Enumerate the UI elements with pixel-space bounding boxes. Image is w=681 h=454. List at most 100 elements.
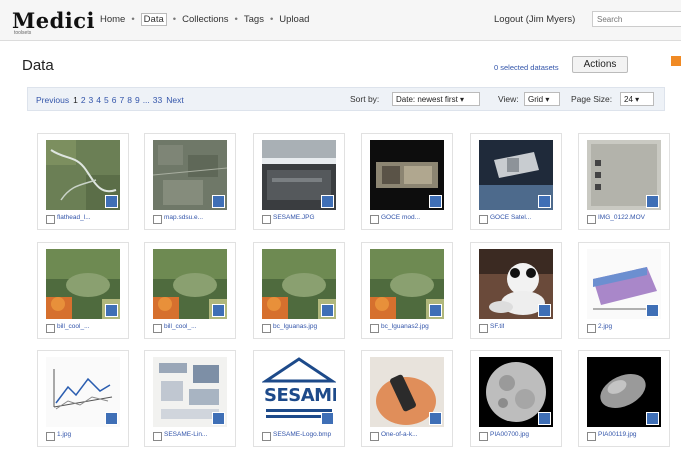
select-checkbox[interactable] <box>587 432 596 441</box>
select-checkbox[interactable] <box>262 324 271 333</box>
dataset-card[interactable]: SESAME.JPG <box>253 133 345 230</box>
chevron-down-icon: ▾ <box>545 95 550 104</box>
select-checkbox[interactable] <box>479 215 488 224</box>
dataset-name-link[interactable]: 1.jpg <box>57 431 71 439</box>
dataset-thumbnail[interactable] <box>587 249 661 319</box>
pager-page-link[interactable]: ... <box>143 95 150 105</box>
select-checkbox[interactable] <box>46 324 55 333</box>
dataset-card[interactable]: SESAME-Lin... <box>144 350 236 447</box>
dataset-name-link[interactable]: IMG_0122.MOV <box>598 214 645 222</box>
dataset-name-link[interactable]: GOCE Satel... <box>490 214 531 222</box>
logout-link[interactable]: Logout (Jim Myers) <box>494 14 575 25</box>
select-checkbox[interactable] <box>153 324 162 333</box>
dataset-thumbnail[interactable] <box>153 249 227 319</box>
dataset-thumbnail[interactable] <box>46 357 120 427</box>
pager-next[interactable]: Next <box>166 95 183 105</box>
pagesize-select[interactable]: 24 ▾ <box>620 92 654 106</box>
nav-data[interactable]: Data <box>140 13 167 26</box>
selected-datasets-link[interactable]: 0 selected datasets <box>494 63 559 72</box>
dataset-name-link[interactable]: GOCE mod... <box>381 214 420 222</box>
dataset-card[interactable]: 1.jpg <box>37 350 129 447</box>
dataset-card[interactable]: bill_cool_... <box>37 242 129 339</box>
select-checkbox[interactable] <box>262 432 271 441</box>
dataset-thumbnail[interactable] <box>262 140 336 210</box>
dataset-card[interactable]: map.sdsu.e... <box>144 133 236 230</box>
select-checkbox[interactable] <box>479 432 488 441</box>
dataset-thumbnail[interactable] <box>370 140 444 210</box>
dataset-thumbnail[interactable] <box>479 357 553 427</box>
nav-upload[interactable]: Upload <box>279 14 309 25</box>
dataset-thumbnail[interactable]: SESAMI <box>262 357 336 427</box>
dataset-card[interactable]: GOCE Satel... <box>470 133 562 230</box>
pager-page-link[interactable]: 7 <box>119 95 124 105</box>
dataset-name-link[interactable]: bill_cool_... <box>164 323 197 331</box>
pager-page-link[interactable]: 2 <box>81 95 86 105</box>
dataset-card[interactable]: 2.jpg <box>578 242 670 339</box>
dataset-thumbnail[interactable] <box>479 249 553 319</box>
dataset-name-link[interactable]: One-of-a-k... <box>381 431 417 439</box>
select-checkbox[interactable] <box>262 215 271 224</box>
dataset-name-link[interactable]: PIA00119.jpg <box>598 431 637 439</box>
select-checkbox[interactable] <box>153 215 162 224</box>
select-checkbox[interactable] <box>153 432 162 441</box>
dataset-name-link[interactable]: 2.jpg <box>598 323 612 331</box>
dataset-thumbnail[interactable] <box>587 357 661 427</box>
pager-page-link[interactable]: 4 <box>96 95 101 105</box>
sort-select[interactable]: Date: newest first ▾ <box>392 92 480 106</box>
pager-page-link[interactable]: 3 <box>89 95 94 105</box>
dataset-card[interactable]: bill_cool_... <box>144 242 236 339</box>
search-input[interactable] <box>592 11 681 27</box>
dataset-card[interactable]: bc_Iguanas.jpg <box>253 242 345 339</box>
pager-page-link[interactable]: 9 <box>135 95 140 105</box>
dataset-thumbnail[interactable] <box>46 249 120 319</box>
pager-page-link[interactable]: 8 <box>127 95 132 105</box>
select-checkbox[interactable] <box>46 432 55 441</box>
dataset-name-link[interactable]: SESAME.JPG <box>273 214 315 222</box>
dataset-thumbnail[interactable] <box>262 249 336 319</box>
view-select[interactable]: Grid ▾ <box>524 92 560 106</box>
dataset-name-link[interactable]: PIA00700.jpg <box>490 431 529 439</box>
dataset-name-link[interactable]: bill_cool_... <box>57 323 90 331</box>
dataset-thumbnail[interactable] <box>479 140 553 210</box>
dataset-card[interactable]: flathead_l... <box>37 133 129 230</box>
dataset-thumbnail[interactable] <box>370 357 444 427</box>
select-checkbox[interactable] <box>479 324 488 333</box>
pager-page-link[interactable]: 5 <box>104 95 109 105</box>
dataset-thumbnail[interactable] <box>46 140 120 210</box>
nav-tags[interactable]: Tags <box>244 14 264 25</box>
dataset-name-link[interactable]: SESAME-Logo.bmp <box>273 431 331 439</box>
dataset-name-link[interactable]: SF.tif <box>490 323 504 331</box>
actions-button[interactable]: Actions <box>572 56 628 73</box>
dataset-thumbnail[interactable] <box>587 140 661 210</box>
dataset-thumbnail[interactable] <box>153 140 227 210</box>
select-checkbox[interactable] <box>370 432 379 441</box>
dataset-name-link[interactable]: bc_Iguanas2.jpg <box>381 323 429 331</box>
dataset-card[interactable]: One-of-a-k... <box>361 350 453 447</box>
dataset-type-icon <box>538 304 551 317</box>
dataset-thumbnail[interactable] <box>153 357 227 427</box>
dataset-card[interactable]: SESAMI SESAME-Logo.bmp <box>253 350 345 447</box>
select-checkbox[interactable] <box>587 324 596 333</box>
dataset-name-link[interactable]: bc_Iguanas.jpg <box>273 323 317 331</box>
dataset-card[interactable]: bc_Iguanas2.jpg <box>361 242 453 339</box>
select-checkbox[interactable] <box>587 215 596 224</box>
dataset-card[interactable]: IMG_0122.MOV <box>578 133 670 230</box>
rss-icon[interactable] <box>671 56 681 66</box>
dataset-card[interactable]: GOCE mod... <box>361 133 453 230</box>
nav-collections[interactable]: Collections <box>182 14 228 25</box>
dataset-card[interactable]: PIA00700.jpg <box>470 350 562 447</box>
select-checkbox[interactable] <box>370 215 379 224</box>
dataset-thumbnail[interactable] <box>370 249 444 319</box>
pager-page-link[interactable]: 6 <box>112 95 117 105</box>
dataset-name-link[interactable]: flathead_l... <box>57 214 91 222</box>
pager-page-link[interactable]: 33 <box>153 95 162 105</box>
dataset-name-link[interactable]: map.sdsu.e... <box>164 214 203 222</box>
pager-previous[interactable]: Previous <box>36 95 69 105</box>
select-checkbox[interactable] <box>370 324 379 333</box>
dataset-card[interactable]: PIA00119.jpg <box>578 350 670 447</box>
pager-page-link[interactable]: 1 <box>73 95 78 105</box>
dataset-card[interactable]: SF.tif <box>470 242 562 339</box>
dataset-name-link[interactable]: SESAME-Lin... <box>164 431 207 439</box>
nav-home[interactable]: Home <box>100 14 125 25</box>
select-checkbox[interactable] <box>46 215 55 224</box>
